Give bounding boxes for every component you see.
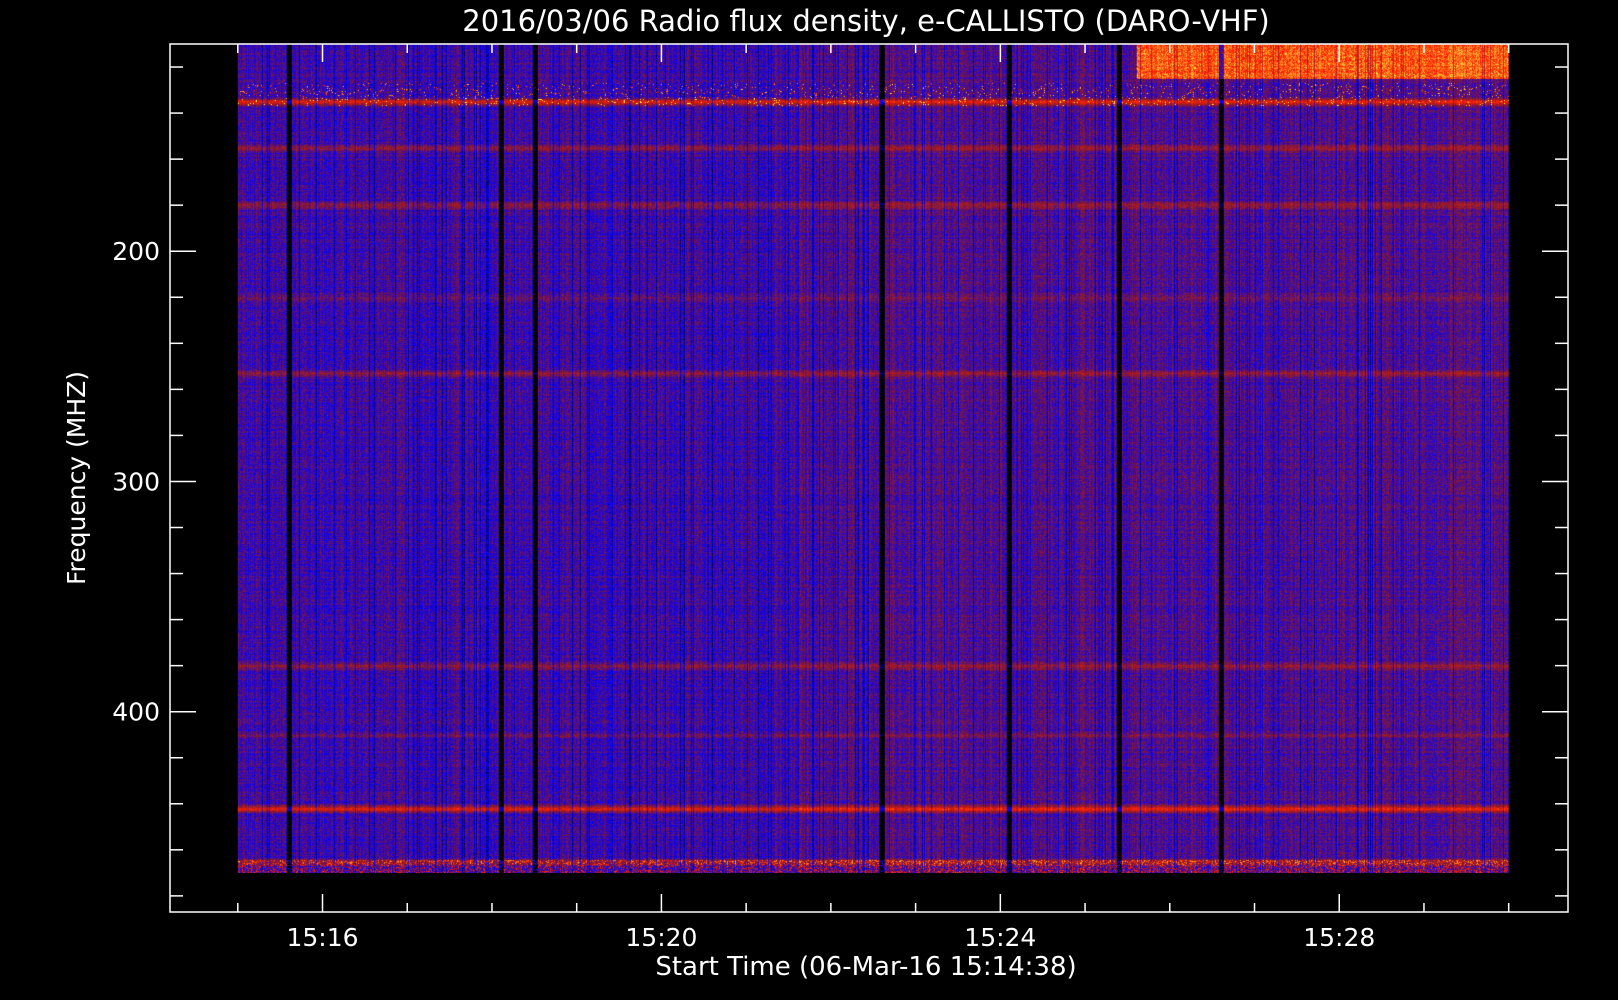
- x-tick-label: 15:20: [625, 923, 697, 952]
- spectrogram-chart: 2016/03/06 Radio flux density, e-CALLIST…: [0, 0, 1618, 1000]
- x-tick-label: 15:28: [1303, 923, 1375, 952]
- y-tick-label: 300: [112, 467, 160, 496]
- x-tick-label: 15:24: [964, 923, 1036, 952]
- x-tick-label: 15:16: [286, 923, 358, 952]
- heatmap-image: [237, 44, 1509, 873]
- chart-title: 2016/03/06 Radio flux density, e-CALLIST…: [462, 4, 1269, 38]
- heatmap: [237, 44, 1509, 873]
- y-tick-label: 400: [112, 698, 160, 727]
- y-tick-label: 200: [112, 237, 160, 266]
- y-axis-label: Frequency (MHZ): [62, 371, 91, 585]
- x-axis-label: Start Time (06-Mar-16 15:14:38): [655, 952, 1076, 982]
